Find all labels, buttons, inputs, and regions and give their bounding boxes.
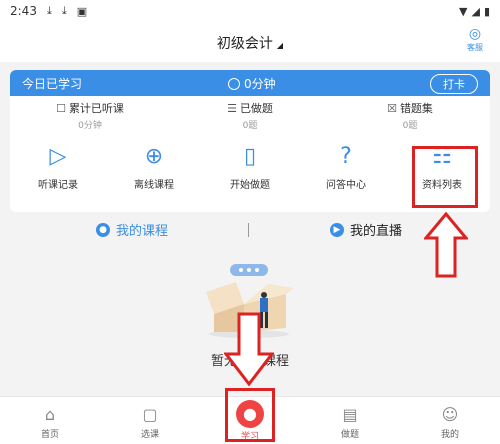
stats-row: ☐ 累计已听课 0分钟 ☰ 已做题 0题 ☒ 错题集 0题 [10, 96, 490, 132]
tab-label: 我的 [440, 430, 459, 440]
battery-icon: ▮ [483, 4, 490, 18]
download-circle-icon: ⊕ [144, 144, 164, 169]
customer-service-button[interactable]: ◎ 客服 [460, 26, 490, 53]
app-header: 初级会计 ◢ ◎ 客服 [0, 22, 500, 62]
tab-separator [248, 223, 249, 237]
stat-listened[interactable]: ☐ 累计已听课 0分钟 [10, 96, 170, 132]
tab-label: 做题 [340, 430, 359, 440]
tool-label: 开始做题 [230, 180, 270, 191]
stat-wrong-questions[interactable]: ☒ 错题集 0题 [330, 96, 490, 132]
tab-practice[interactable]: ▤ 做题 [300, 397, 400, 444]
exam-selector[interactable]: 初级会计 ◢ [0, 33, 500, 53]
listen-icon: ☐ [56, 102, 66, 115]
tool-qa-center[interactable]: ? 问答中心 [298, 144, 394, 202]
cart-icon: ▢ [142, 405, 158, 424]
download-icon: ⤓ [61, 4, 67, 17]
tab-label: 我的直播 [350, 224, 403, 239]
dropdown-caret-icon: ◢ [276, 41, 284, 50]
user-icon: ● [96, 222, 110, 237]
today-duration-wrap: 0分钟 [228, 75, 276, 92]
question-icon: ? [340, 144, 352, 169]
stat-label: 累计已听课 [68, 102, 124, 115]
practice-icon: ▤ [342, 405, 358, 424]
tool-listen-record[interactable]: ▷ 听课记录 [10, 144, 106, 202]
live-play-icon: ▶ [330, 222, 344, 237]
tab-my-live[interactable]: ▶ 我的直播 [330, 220, 402, 239]
arrow-down-annotation [224, 312, 274, 386]
highlight-box-study-tab [225, 388, 275, 442]
gallery-icon: ▣ [76, 4, 88, 18]
today-study-bar: 今日已学习 0分钟 打卡 [10, 70, 490, 96]
download-icon: ⤓ [46, 4, 52, 17]
tab-my-courses[interactable]: ● 我的课程 [96, 220, 168, 239]
tab-label: 首页 [40, 430, 59, 440]
tab-profile[interactable]: ☺ 我的 [400, 397, 500, 444]
status-time: 2:43 [10, 4, 37, 18]
arrow-up-annotation [424, 212, 468, 278]
tool-label: 离线课程 [134, 180, 174, 191]
tool-label: 问答中心 [326, 180, 366, 191]
tab-select-course[interactable]: ▢ 选课 [100, 397, 200, 444]
checkin-button[interactable]: 打卡 [430, 74, 478, 94]
tab-home[interactable]: ⌂ 首页 [0, 397, 100, 444]
page-title: 初级会计 [216, 36, 273, 52]
tab-label: 我的课程 [116, 224, 169, 239]
status-bar: 2:43 ⤓ ⤓ ▣ ▼ ◢ ▮ [0, 0, 500, 22]
headset-icon: ◎ [468, 26, 482, 42]
wrong-icon: ☒ [387, 102, 397, 115]
customer-service-label: 客服 [467, 43, 483, 52]
tool-start-practice[interactable]: ▯ 开始做题 [202, 144, 298, 202]
stat-done-questions[interactable]: ☰ 已做题 0题 [170, 96, 330, 132]
today-duration: 0分钟 [244, 77, 276, 91]
play-record-icon: ▷ [49, 144, 67, 169]
exam-book-icon: ▯ [243, 144, 257, 169]
stat-value: 0题 [242, 121, 258, 131]
today-label: 今日已学习 [22, 76, 83, 91]
wifi-icon: ▼ [459, 4, 468, 18]
stat-label: 已做题 [239, 102, 273, 115]
home-icon: ⌂ [44, 405, 56, 424]
tool-label: 听课记录 [38, 180, 78, 191]
stat-value: 0分钟 [78, 121, 102, 131]
signal-icon: ◢ [471, 4, 480, 18]
doc-icon: ☰ [227, 102, 237, 115]
stat-label: 错题集 [399, 102, 433, 115]
highlight-box-material-list [412, 146, 478, 208]
tab-label: 选课 [140, 430, 159, 440]
stat-value: 0题 [402, 121, 418, 131]
clock-icon [228, 77, 240, 90]
tool-offline-course[interactable]: ⊕ 离线课程 [106, 144, 202, 202]
profile-icon: ☺ [441, 405, 459, 424]
